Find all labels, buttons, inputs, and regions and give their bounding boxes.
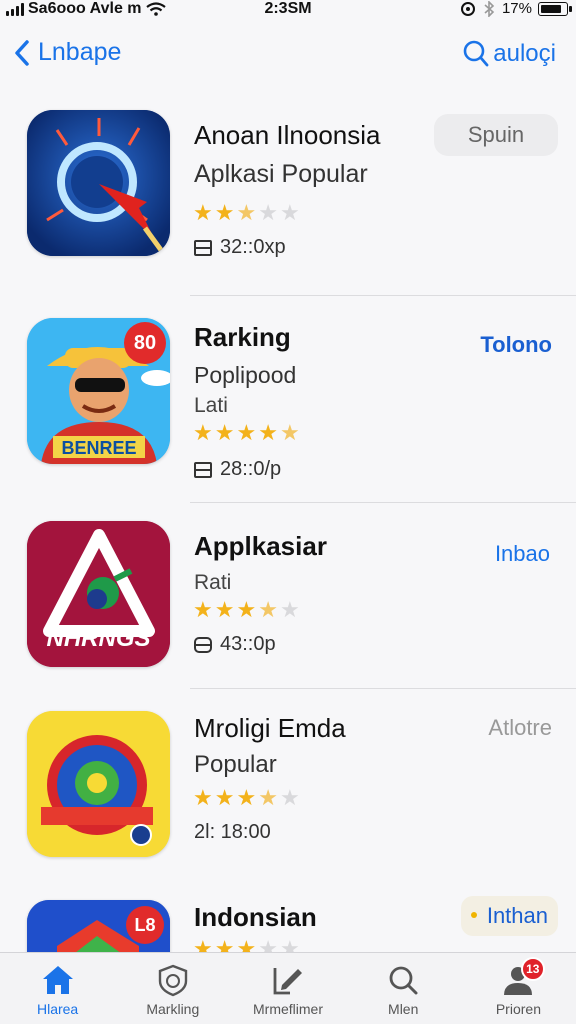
star-icon: ★ xyxy=(193,420,213,445)
get-button[interactable]: Inthan xyxy=(460,896,558,936)
emblem-icon xyxy=(27,711,170,857)
app-subtitle-secondary: Lati xyxy=(194,394,228,417)
compass-icon xyxy=(27,110,170,256)
tab-label: Hlarea xyxy=(36,1001,79,1017)
star-rating: ★ ★ ★ ★ ★ xyxy=(193,202,300,224)
icon-caption: BENREE xyxy=(61,438,137,458)
star-icon: ★ xyxy=(279,785,300,810)
tab-bar: Hlarea Markling Mrmeflimer Mlen Prioren … xyxy=(0,952,576,1024)
app-meta: 43::0p xyxy=(194,633,276,656)
app-meta: 2l: 18:00 xyxy=(194,821,271,844)
app-badge: 80 xyxy=(124,322,166,364)
tab-label: Prioren xyxy=(495,1001,541,1017)
status-bar: Sa6ooo Avle m 2:3SM 17% xyxy=(0,0,576,22)
back-button[interactable]: Lnbape xyxy=(14,38,121,67)
star-icon: ★ xyxy=(236,785,257,810)
star-icon: ★ xyxy=(236,200,257,225)
star-icon: ★ xyxy=(193,597,213,622)
star-icon: ★ xyxy=(258,200,278,225)
star-icon: ★ xyxy=(214,420,235,445)
update-button[interactable]: Atlotre xyxy=(488,715,552,741)
star-rating: ★ ★ ★ ★ ★ xyxy=(193,787,300,809)
calendar-icon xyxy=(194,461,212,478)
search-icon xyxy=(389,966,418,995)
location-icon xyxy=(460,1,475,16)
star-icon: ★ xyxy=(214,597,235,622)
navigation-bar: Lnbape auloçi xyxy=(0,34,576,80)
star-icon: ★ xyxy=(193,785,213,810)
app-icon-compass[interactable] xyxy=(27,110,170,256)
get-button[interactable]: Spuin xyxy=(434,114,558,156)
shield-icon xyxy=(158,964,187,997)
app-badge: L8 xyxy=(126,906,164,944)
tab-label: Markling xyxy=(146,1001,200,1017)
app-subtitle: Poplipood xyxy=(194,362,297,388)
tab-prioren[interactable]: Prioren 13 xyxy=(461,953,576,1024)
app-meta-text: 32::0xp xyxy=(220,236,286,258)
install-button[interactable]: Inbao xyxy=(495,541,550,567)
list-item[interactable]: NHRNGS Applkasiar Rati ★ ★ ★ ★ ★ 43::0p Inba… xyxy=(0,503,576,689)
star-icon: ★ xyxy=(279,597,300,622)
app-name: Mroligi Emda xyxy=(194,713,346,743)
app-meta-text: 43::0p xyxy=(220,633,276,655)
tab-label: Mlen xyxy=(388,1001,419,1017)
edit-icon xyxy=(273,968,302,995)
app-name: Indonsian xyxy=(194,902,317,932)
app-name: Rarking xyxy=(194,322,291,352)
list-item[interactable]: Anoan Ilnoonsia Aplkasi Popular ★ ★ ★ ★ ★ 32… xyxy=(0,92,576,296)
indicator-dot xyxy=(470,912,477,918)
notification-badge: 13 xyxy=(520,957,545,981)
open-button[interactable]: Tolono xyxy=(480,332,552,358)
app-subtitle: Popular xyxy=(194,751,277,778)
app-store-screen: Sa6ooo Avle m 2:3SM 17% Lnbape auloçi An… xyxy=(0,0,576,1024)
star-icon: ★ xyxy=(258,420,278,445)
bluetooth-icon xyxy=(484,0,495,17)
icon-caption: NHRNGS xyxy=(46,625,151,652)
tab-label: Mrmeflimer xyxy=(253,1001,323,1017)
star-icon: ★ xyxy=(279,420,300,445)
chevron-left-icon xyxy=(15,39,29,66)
app-subtitle: Rati xyxy=(194,571,232,594)
app-meta: 28::0/p xyxy=(194,458,281,481)
action-label: Inthan xyxy=(486,903,548,928)
search-button[interactable]: auloçi xyxy=(463,40,556,68)
tab-mlen[interactable]: Mlen xyxy=(346,953,461,1024)
app-meta-text: 28::0/p xyxy=(220,458,282,480)
app-icon-logo[interactable]: NHRNGS xyxy=(27,521,170,667)
app-icon-badge-game[interactable] xyxy=(27,711,170,857)
app-name: Anoan Ilnoonsia xyxy=(194,120,381,150)
tab-home[interactable]: Hlarea xyxy=(0,953,115,1024)
star-rating: ★ ★ ★ ★ ★ xyxy=(193,422,300,444)
tab-mrmeflimer[interactable]: Mrmeflimer xyxy=(230,953,345,1024)
app-meta: 32::0xp xyxy=(194,236,286,259)
app-name: Applkasiar xyxy=(194,531,327,561)
search-icon xyxy=(463,40,489,67)
star-icon: ★ xyxy=(214,200,235,225)
star-icon: ★ xyxy=(279,200,300,225)
star-icon: ★ xyxy=(193,200,213,225)
star-icon: ★ xyxy=(236,597,257,622)
search-label: auloçi xyxy=(493,40,556,67)
download-icon xyxy=(194,636,212,653)
star-icon: ★ xyxy=(214,785,235,810)
list-item[interactable]: BENREE 80 Rarking Poplipood Lati ★ ★ ★ ★ ★ 2… xyxy=(0,296,576,503)
calendar-icon xyxy=(194,239,212,256)
back-label: Lnbape xyxy=(38,38,122,66)
app-subtitle: Aplkasi Popular xyxy=(194,160,368,188)
battery-icon xyxy=(538,1,572,16)
battery-percent: 17% xyxy=(501,0,532,17)
star-icon: ★ xyxy=(258,785,278,810)
star-rating: ★ ★ ★ ★ ★ xyxy=(193,599,300,621)
star-icon: ★ xyxy=(258,597,278,622)
home-icon xyxy=(42,966,73,994)
app-meta-text: 2l: 18:00 xyxy=(194,821,271,843)
status-right: 17% xyxy=(460,0,572,17)
tab-markling[interactable]: Markling xyxy=(115,953,230,1024)
list-item[interactable]: Mroligi Emda Popular ★ ★ ★ ★ ★ 2l: 18:00 Atl… xyxy=(0,689,576,973)
app-icon-cowboy[interactable]: BENREE 80 xyxy=(27,318,170,464)
star-icon: ★ xyxy=(236,420,257,445)
